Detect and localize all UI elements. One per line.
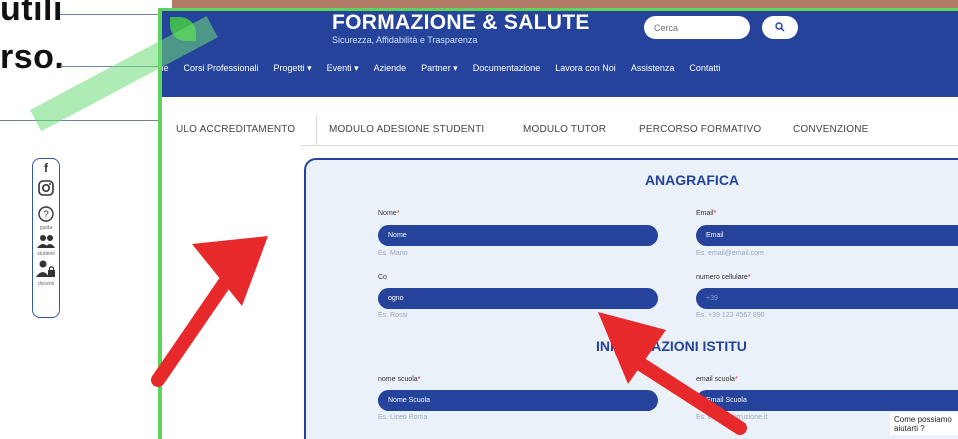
email-field[interactable]: Email (696, 225, 958, 246)
nav-item-partner[interactable]: Partner ▾ (421, 63, 458, 74)
search-icon (775, 22, 785, 32)
tab-convenzione[interactable]: CONVENZIONE (781, 115, 895, 145)
site-header: FORMAZIONE & SALUTE Sicurezza, Affidabil… (162, 11, 958, 97)
hint-cellulare: Es. +39 123 4567 890 (696, 312, 765, 319)
email-scuola-field[interactable]: Email Scuola (696, 390, 958, 411)
search-input[interactable] (644, 16, 750, 39)
label-cognome: Co (378, 274, 387, 281)
nav-item-corsi[interactable]: Corsi Professionali (184, 63, 259, 73)
teachers-label: docenti (37, 281, 55, 287)
label-email-scuola: email scuola* (696, 376, 738, 383)
label-email: Email* (696, 210, 717, 217)
label-nome-scuola: nome scuola* (378, 376, 421, 383)
nome-scuola-field[interactable]: Nome Scuola (378, 390, 658, 411)
hint-nome-scuola: Es. Liceo Roma (378, 414, 428, 421)
tab-percorso-formativo[interactable]: PERCORSO FORMATIVO (627, 115, 781, 145)
nav-item-aziende[interactable]: Aziende (374, 63, 407, 73)
social-sidebar: f ? guida studenti docenti (32, 158, 60, 318)
instagram-icon[interactable] (33, 179, 59, 202)
slide-text-line-1: utili (0, 0, 63, 28)
chat-prompt[interactable]: Come possiamo aiutarti ? (890, 413, 958, 435)
tab-adesione-studenti[interactable]: MODULO ADESIONE STUDENTI (317, 115, 511, 145)
hint-email-scuola: Es. email@istruzione.it (696, 414, 768, 421)
section-title-anagrafica: ANAGRAFICA (644, 172, 740, 188)
students-label: studenti (37, 251, 55, 257)
webpage: FORMAZIONE & SALUTE Sicurezza, Affidabil… (158, 8, 958, 439)
cognome-field[interactable]: ogno (378, 288, 658, 309)
nav-item-lavora[interactable]: Lavora con Noi (555, 63, 616, 73)
cellulare-field[interactable]: +39 (696, 288, 958, 309)
label-cellulare: numero cellulare* (696, 274, 751, 281)
search-button[interactable] (762, 16, 798, 39)
site-title[interactable]: FORMAZIONE & SALUTE (332, 11, 590, 35)
slide-text-line-2: rso. (0, 38, 65, 76)
nav-item-assistenza[interactable]: Assistenza (631, 63, 675, 73)
nome-field[interactable]: Nome (378, 225, 658, 246)
svg-text:?: ? (43, 210, 49, 221)
nav-item-eventi[interactable]: Eventi ▾ (327, 63, 359, 74)
form-card: ANAGRAFICA Nome* Nome Es. Mario Email* E… (304, 158, 958, 439)
tab-divider (300, 145, 958, 146)
nav-item-progetti[interactable]: Progetti ▾ (274, 63, 312, 74)
label-nome: Nome* (378, 210, 400, 217)
help-label: guida (39, 225, 53, 231)
main-nav: me Corsi Professionali Progetti ▾ Eventi… (162, 59, 958, 77)
form-tabs: ULO ACCREDITAMENTO MODULO ADESIONE STUDE… (162, 115, 958, 145)
site-subtitle: Sicurezza, Affidabilità e Trasparenza (332, 35, 478, 45)
tab-tutor[interactable]: MODULO TUTOR (511, 115, 627, 145)
facebook-icon[interactable]: f (33, 161, 59, 175)
tab-accreditamento[interactable]: ULO ACCREDITAMENTO (162, 115, 317, 145)
nav-item-contatti[interactable]: Contatti (689, 63, 720, 73)
nav-item-documentazione[interactable]: Documentazione (473, 63, 541, 73)
hint-nome: Es. Mario (378, 250, 408, 257)
hint-email: Es. email@email.com (696, 250, 764, 257)
section-title-informazioni: INFORMAZIONI ISTITU (596, 338, 747, 354)
divider-line (0, 120, 160, 121)
hint-cognome: Es. Rossi (378, 312, 408, 319)
